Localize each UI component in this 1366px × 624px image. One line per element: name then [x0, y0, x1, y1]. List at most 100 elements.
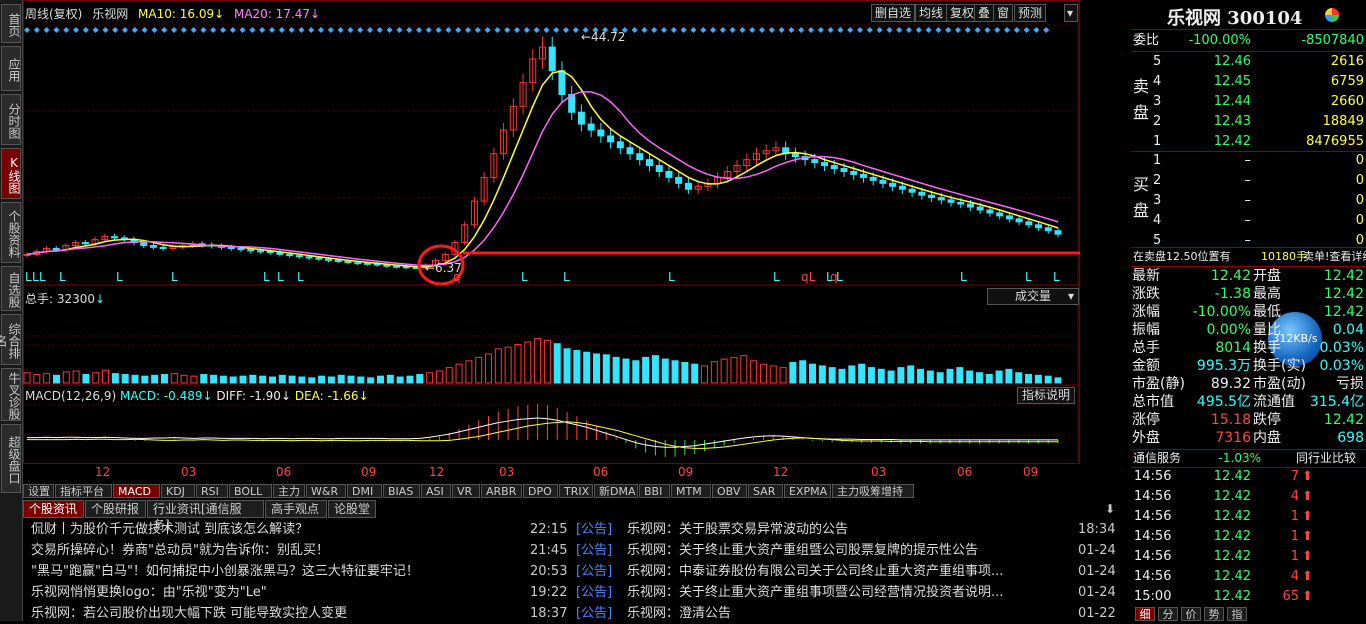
indicator-tab-0[interactable]: 设置	[23, 484, 54, 498]
news-headline[interactable]: 交易所操碎心！券商"总动员"就为告诉你：别乱买！	[31, 541, 521, 561]
indicator-tab-5[interactable]: BOLL	[229, 484, 272, 498]
indicator-tab-2[interactable]: MACD	[113, 484, 160, 498]
news-headline[interactable]: "黑马"跑赢"白马"！如何捕捉中小创暴涨黑马？这三大特征要牢记！	[31, 562, 521, 582]
volume-bar	[524, 341, 532, 384]
volume-bar	[131, 374, 139, 384]
indicator-tab-21[interactable]: 主力吸筹增持	[832, 484, 914, 498]
indicator-tab-7[interactable]: W&R	[306, 484, 346, 498]
news-headline[interactable]: 侃财丨为股价千元做技术测试 到底该怎么解读？	[31, 520, 521, 540]
diamond-marker	[935, 27, 942, 33]
sell-price: 12.44	[1213, 94, 1251, 109]
indicator-tab-13[interactable]: DPO	[523, 484, 558, 498]
stat-row: 市盈(静) 89.32 市盈(动) 亏损	[1131, 375, 1366, 393]
quote-tab-0[interactable]: 细	[1135, 607, 1155, 621]
indicator-tab-11[interactable]: VR	[452, 484, 480, 498]
announcement-tag: [公告]	[576, 564, 613, 579]
news-tab-2[interactable]: 行业资讯[通信服务]	[147, 500, 264, 532]
indicator-tab-9[interactable]: BIAS	[383, 484, 420, 498]
quote-row: 2 12.43 18849	[1131, 112, 1366, 131]
news-headline[interactable]: 乐视网：若公司股价出现大幅下跌 可能导致实控人变更	[31, 604, 521, 624]
indicator-tab-15[interactable]: 新DMA	[594, 484, 638, 498]
leftnav-item-0[interactable]: 首页	[1, 4, 21, 43]
stat-label: 最高	[1253, 286, 1281, 302]
candle-body	[616, 141, 624, 149]
chart-button-0[interactable]: 删自选	[871, 4, 916, 22]
announcement-tag: [公告]	[576, 522, 613, 537]
volume-bar	[769, 365, 777, 384]
leftnav-item-1[interactable]: 应用	[1, 46, 21, 91]
download-icon[interactable]: ⬇	[1105, 502, 1115, 516]
leftnav-item-3[interactable]: K线图	[1, 148, 21, 199]
leftnav-item-4[interactable]: 个股资料	[1, 202, 21, 263]
volume-bar	[180, 374, 188, 384]
stat-row: 外盘 7316 内盘 698	[1131, 429, 1366, 447]
chart-svg[interactable]: 46.8832.5518.23←44.72←6.37LLLLLLLLLqLLLL…	[23, 0, 1080, 484]
big-order-notice[interactable]: 在卖盘12.50位置有 10180手卖单!查看详细	[1131, 247, 1366, 266]
announcement-title[interactable]: 乐视网：关于股票交易异常波动的公告	[627, 520, 1064, 540]
chart-button-5[interactable]: 预测	[1014, 4, 1047, 22]
chart-button-1[interactable]: 均线	[915, 4, 948, 22]
indicator-tab-14[interactable]: TRIX	[559, 484, 593, 498]
news-tab-4[interactable]: 论股堂	[328, 500, 376, 518]
announcement-title[interactable]: 乐视网：关于终止重大资产重组事项暨公司经营情况投资者说明...	[627, 583, 1064, 603]
announcement-title[interactable]: 乐视网：澄清公告	[627, 604, 1064, 624]
stat-value: 995.3万	[1196, 358, 1251, 374]
indicator-tab-3[interactable]: KDJ	[161, 484, 195, 498]
quote-tab-3[interactable]: 势	[1204, 607, 1224, 621]
announcement-title[interactable]: 乐视网：中泰证券股份有限公司关于公司终止重大资产重组事项...	[627, 562, 1064, 582]
quote-tab-2[interactable]: 价	[1181, 607, 1201, 621]
stat-label: 涨停	[1132, 412, 1160, 428]
indicator-tab-19[interactable]: SAR	[748, 484, 783, 498]
news-tab-1[interactable]: 个股研报	[85, 500, 146, 518]
diamond-marker	[700, 27, 707, 33]
volume-bar	[318, 375, 326, 384]
color-wheel-icon[interactable]	[1325, 8, 1339, 22]
candle-body	[966, 203, 974, 208]
diamond-marker	[817, 27, 824, 33]
sector-row[interactable]: 通信服务 -1.03% 同行业比较	[1131, 450, 1366, 467]
indicator-tab-4[interactable]: RSI	[196, 484, 228, 498]
indicator-tab-8[interactable]: DMI	[347, 484, 382, 498]
candle-body	[344, 261, 352, 264]
volume-bar	[308, 377, 316, 384]
volume-indicator-select[interactable]: 成交量 ▾	[987, 288, 1079, 305]
indicator-tab-6[interactable]: 主力	[273, 484, 305, 498]
volume-bar	[82, 373, 90, 384]
weibi-pct: -100.00%	[1188, 33, 1251, 48]
news-tab-3[interactable]: 高手观点	[265, 500, 327, 518]
signal-label: L	[39, 270, 46, 284]
volume-bar	[200, 373, 208, 384]
diamond-marker	[533, 27, 540, 33]
indicator-tab-12[interactable]: ARBR	[481, 484, 522, 498]
leftnav-item-6[interactable]: 综合排名	[0, 314, 21, 365]
volume-bar	[867, 367, 875, 384]
announcement-title[interactable]: 乐视网：关于终止重大资产重组暨公司股票复牌的提示性公告	[627, 541, 1064, 561]
quote-row: 5 12.46 2616	[1131, 52, 1366, 71]
chart-button-3[interactable]: 叠	[974, 4, 995, 22]
quote-tab-4[interactable]: 指	[1227, 607, 1247, 621]
leftnav-item-7[interactable]: 牛叉诊股	[1, 368, 21, 421]
leftnav-item-2[interactable]: 分时图	[1, 94, 21, 145]
chart-button-4[interactable]: 窗	[993, 4, 1014, 22]
indicator-tab-17[interactable]: MTM	[671, 484, 711, 498]
kline-chart-area[interactable]: 周线(复权) 乐视网 MA10: 16.09↓ MA20: 17.47↓ 46.…	[23, 0, 1080, 484]
indicator-tab-16[interactable]: BBI	[639, 484, 670, 498]
chevron-down-icon[interactable]: ▾	[1064, 4, 1078, 22]
news-headline[interactable]: 乐视网悄悄更换logo：由"乐视"变为"Le"	[31, 583, 521, 603]
tick-volume: 65	[1282, 589, 1299, 604]
indicator-tab-10[interactable]: ASI	[421, 484, 451, 498]
sell-volume: 2616	[1330, 54, 1364, 69]
indicator-help-button[interactable]: 指标说明	[1017, 387, 1075, 404]
indicator-tab-18[interactable]: OBV	[712, 484, 747, 498]
indicator-tab-20[interactable]: EXPMA	[784, 484, 831, 498]
stat-row: 涨幅 -10.00% 最低 12.42	[1131, 303, 1366, 321]
macd-value: MACD: -0.489	[119, 389, 203, 403]
buy-volume: 0	[1355, 193, 1364, 208]
news-tab-0[interactable]: 个股资讯	[23, 500, 84, 518]
leftnav-item-8[interactable]: 超级盘口	[1, 424, 21, 493]
diamond-marker	[141, 27, 148, 33]
diamond-marker	[357, 27, 364, 33]
indicator-tab-1[interactable]: 指标平台	[55, 484, 112, 498]
leftnav-item-5[interactable]: 自选股	[1, 266, 21, 311]
quote-tab-1[interactable]: 分	[1158, 607, 1178, 621]
